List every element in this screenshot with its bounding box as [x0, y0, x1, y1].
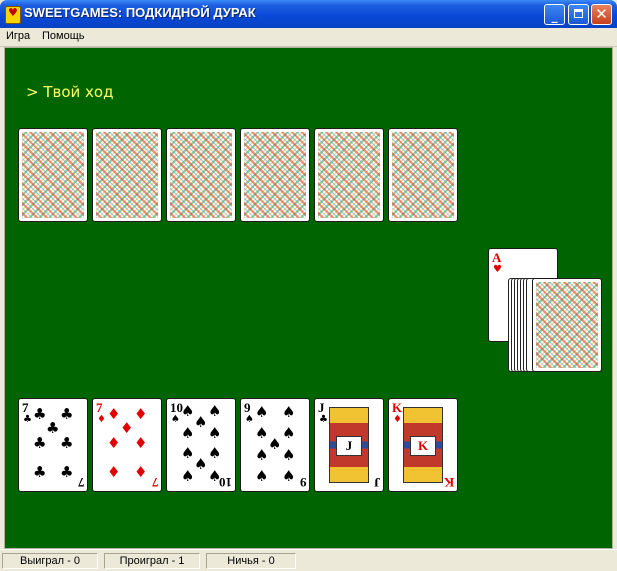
spade-icon: ♠	[282, 403, 296, 421]
club-icon: ♣	[33, 434, 47, 452]
club-icon: ♣	[23, 414, 32, 425]
spade-icon: ♠	[181, 467, 195, 485]
spade-icon: ♠	[282, 424, 296, 442]
face-rank: K	[410, 436, 436, 456]
status-bar: Выиграл - 0 Проиграл - 1 Ничья - 0	[0, 549, 617, 571]
spade-icon: ♠	[171, 414, 180, 425]
card-rank: 9	[299, 475, 307, 490]
diamond-icon: ♦	[134, 463, 148, 481]
card-rank: A	[492, 250, 502, 265]
card-rank: K	[443, 475, 454, 490]
spade-icon: ♠	[208, 424, 222, 442]
player-card-7-clubs[interactable]: 7 ♣ ♣ ♣ ♣ ♣ ♣ ♣ ♣ 7	[18, 398, 88, 492]
opponent-card	[18, 128, 88, 222]
turn-indicator: > Твой ход	[26, 83, 114, 101]
spade-icon: ♠	[255, 424, 269, 442]
diamond-icon: ♦	[107, 463, 121, 481]
title-bar[interactable]: ♥ SWEETGAMES: ПОДКИДНОЙ ДУРАК _ ✕	[0, 0, 617, 28]
club-icon: ♣	[60, 434, 74, 452]
card-rank: 7	[151, 475, 159, 490]
opponent-card	[92, 128, 162, 222]
spade-icon: ♠	[181, 402, 195, 420]
club-icon: ♣	[60, 405, 74, 423]
card-rank: K	[392, 400, 403, 415]
menu-bar: Игра Помощь	[0, 28, 617, 47]
player-card-7-diamonds[interactable]: 7 ♦ ♦ ♦ ♦ ♦ ♦ ♦ ♦ 7	[92, 398, 162, 492]
card-rank: 10	[219, 475, 232, 490]
minimize-button[interactable]: _	[544, 4, 565, 25]
card-rank: 9	[244, 400, 251, 415]
status-losses: Проиграл - 1	[104, 553, 200, 569]
diamond-icon: ♦	[97, 414, 106, 425]
spade-icon: ♠	[282, 446, 296, 464]
opponent-card	[388, 128, 458, 222]
player-card-king-diamonds[interactable]: K ♦ K K	[388, 398, 458, 492]
spade-icon: ♠	[255, 467, 269, 485]
spade-icon: ♠	[181, 444, 195, 462]
spade-icon: ♠	[208, 402, 222, 420]
menu-game[interactable]: Игра	[6, 30, 30, 42]
spade-icon: ♠	[194, 455, 208, 473]
diamond-icon: ♦	[107, 434, 121, 452]
spade-icon: ♠	[181, 424, 195, 442]
card-suit-icon: ♥	[493, 264, 502, 275]
club-icon: ♣	[46, 419, 60, 437]
opponent-card	[314, 128, 384, 222]
jack-face-art: J	[329, 407, 369, 483]
face-rank: J	[336, 436, 362, 456]
spade-icon: ♠	[245, 414, 254, 425]
game-window: ♥ SWEETGAMES: ПОДКИДНОЙ ДУРАК _ ✕ Игра П…	[0, 0, 617, 571]
deck-top-card[interactable]	[532, 278, 602, 372]
king-face-art: K	[403, 407, 443, 483]
status-draws: Ничья - 0	[206, 553, 296, 569]
spade-icon: ♠	[255, 446, 269, 464]
club-icon: ♣	[33, 463, 47, 481]
spade-icon: ♠	[282, 467, 296, 485]
diamond-icon: ♦	[393, 414, 402, 425]
window-title: SWEETGAMES: ПОДКИДНОЙ ДУРАК	[24, 5, 256, 20]
card-rank: 7	[77, 475, 85, 490]
player-card-jack-clubs[interactable]: J ♣ J J	[314, 398, 384, 492]
diamond-icon: ♦	[107, 405, 121, 423]
diamond-icon: ♦	[120, 419, 134, 437]
close-button[interactable]: ✕	[591, 4, 612, 25]
player-card-9-spades[interactable]: 9 ♠ ♠ ♠ ♠ ♠ ♠ ♠ ♠ ♠ ♠ 9	[240, 398, 310, 492]
card-table: > Твой ход A ♥ 7 ♣ ♣ ♣ ♣ ♣ ♣ ♣ ♣ 7 7 ♦ ♦…	[4, 47, 613, 549]
card-rank: 7	[96, 400, 103, 415]
maximize-button[interactable]	[568, 4, 589, 25]
opponent-card	[166, 128, 236, 222]
club-icon: ♣	[60, 463, 74, 481]
draw-pile	[508, 278, 608, 376]
spade-icon: ♠	[208, 444, 222, 462]
diamond-icon: ♦	[134, 434, 148, 452]
spade-icon: ♠	[194, 413, 208, 431]
player-card-10-spades[interactable]: 10 ♠ ♠ ♠ ♠ ♠ ♠ ♠ ♠ ♠ ♠ ♠ 10	[166, 398, 236, 492]
app-icon: ♥	[5, 6, 21, 24]
card-rank: J	[318, 400, 325, 415]
club-icon: ♣	[319, 414, 328, 425]
menu-help[interactable]: Помощь	[42, 30, 85, 42]
opponent-card	[240, 128, 310, 222]
spade-icon: ♠	[268, 435, 282, 453]
club-icon: ♣	[33, 405, 47, 423]
status-wins: Выиграл - 0	[2, 553, 98, 569]
card-rank: 7	[22, 400, 29, 415]
spade-icon: ♠	[255, 403, 269, 421]
card-rank: J	[373, 475, 381, 490]
diamond-icon: ♦	[134, 405, 148, 423]
